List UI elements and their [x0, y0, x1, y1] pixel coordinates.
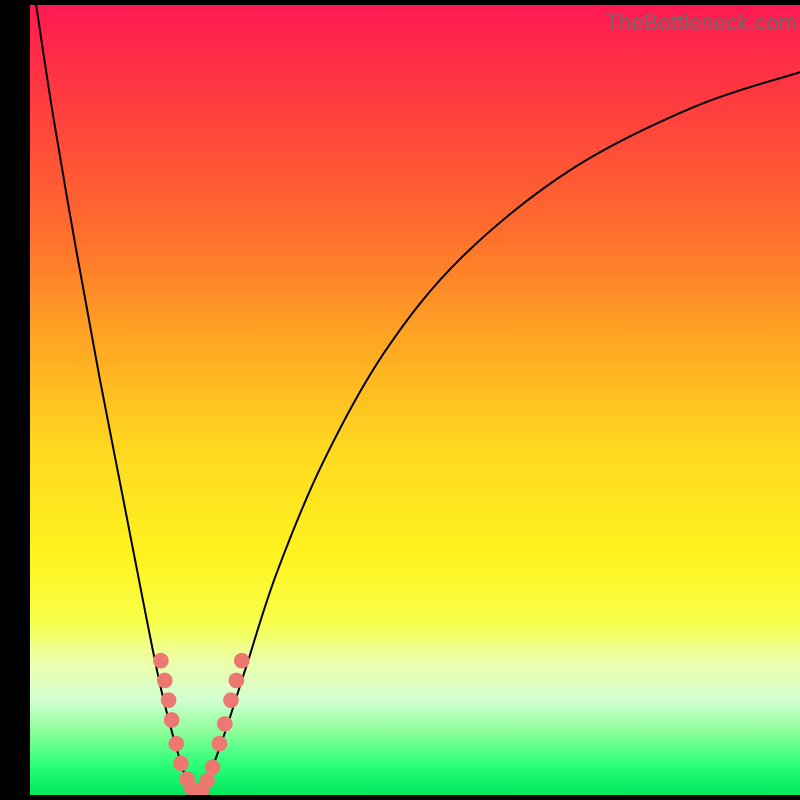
bead-point	[229, 673, 245, 689]
bead-point	[161, 692, 177, 708]
curve-layer	[30, 5, 800, 795]
bead-point	[217, 716, 233, 732]
bead-point	[199, 773, 215, 789]
bead-point	[205, 760, 221, 776]
bead-group	[153, 653, 249, 795]
bead-point	[212, 736, 228, 752]
bead-point	[153, 653, 169, 669]
bead-point	[169, 736, 185, 752]
bead-point	[164, 712, 180, 728]
bead-point	[223, 692, 239, 708]
bead-point	[157, 673, 173, 689]
bead-point	[173, 756, 189, 772]
bead-point	[234, 653, 250, 669]
right-branch-line	[196, 72, 800, 795]
chart-frame: TheBottleneck.com	[0, 0, 800, 800]
plot-area: TheBottleneck.com	[30, 5, 800, 795]
left-branch-line	[36, 5, 195, 795]
